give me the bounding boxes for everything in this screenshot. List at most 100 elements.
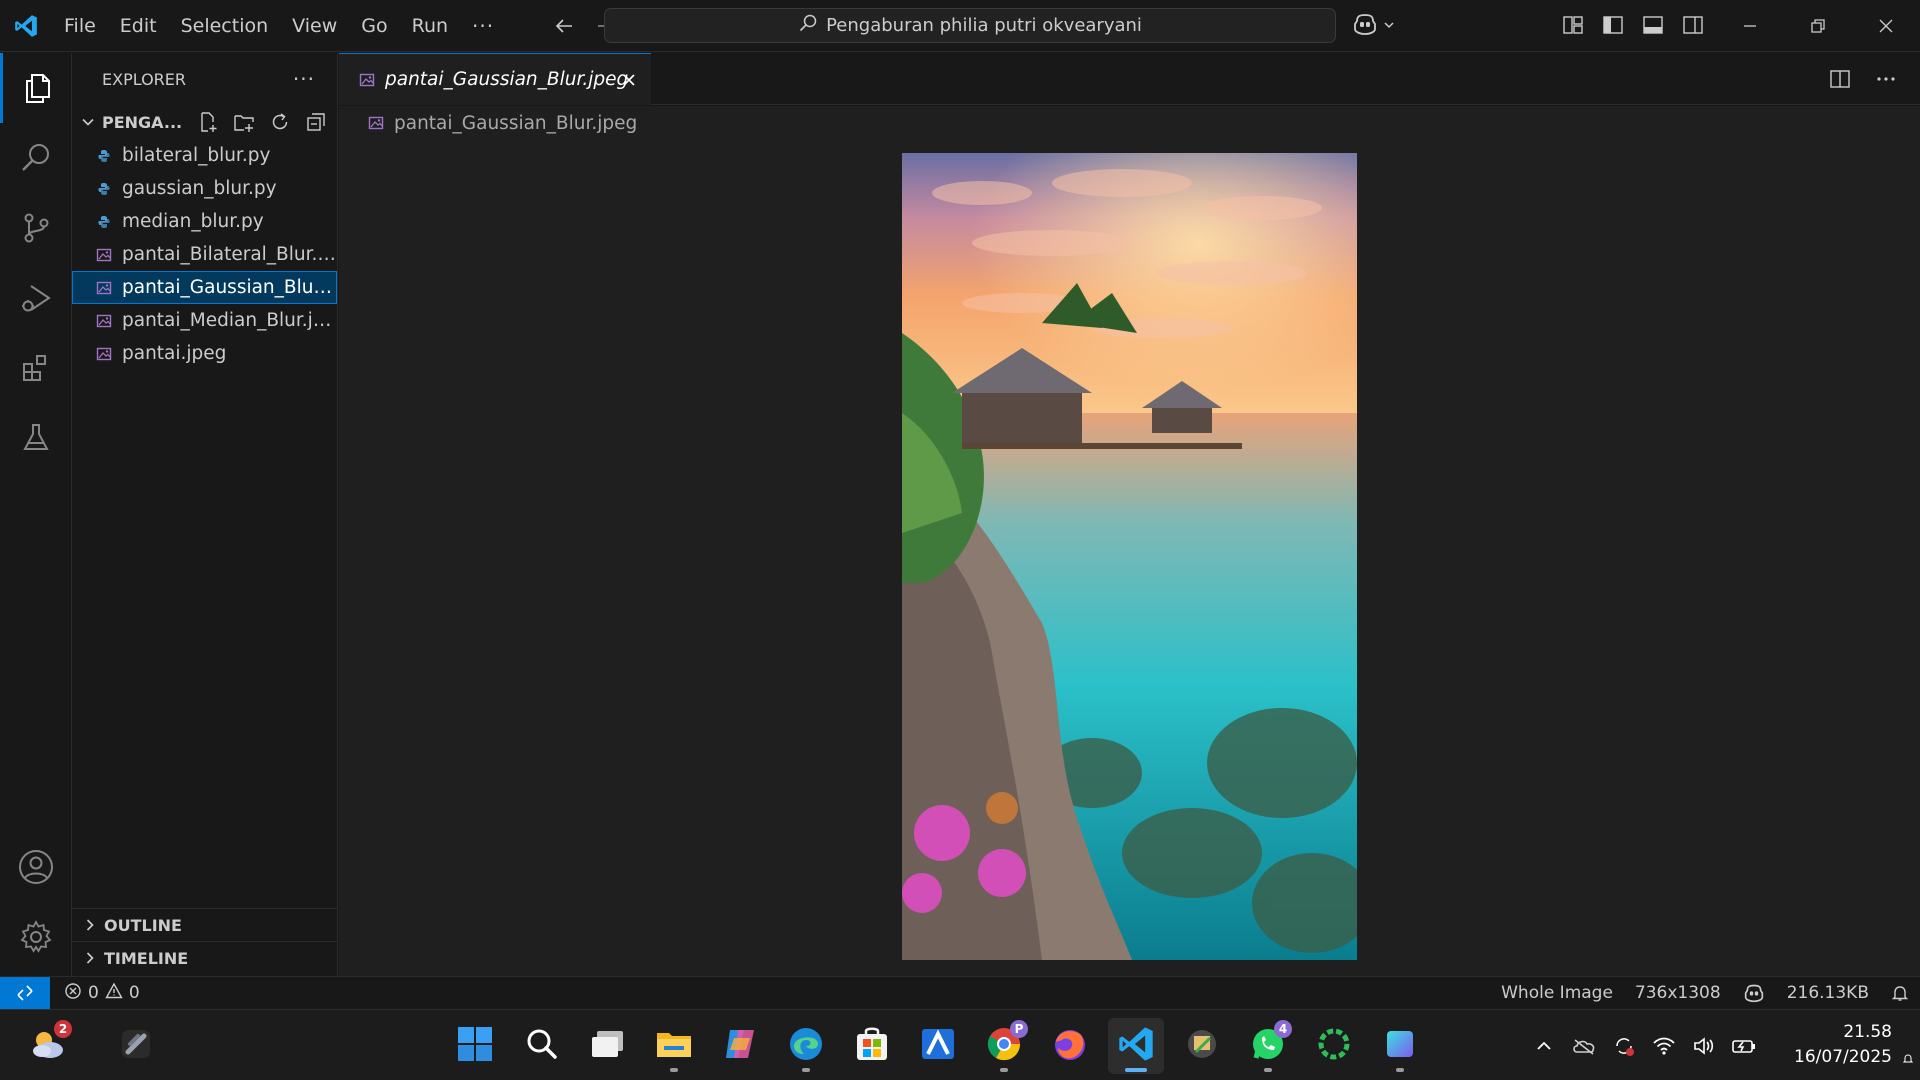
new-folder-icon[interactable] (232, 110, 256, 134)
taskbar-app-gradient[interactable] (1372, 1018, 1428, 1074)
toggle-panel-icon[interactable] (1640, 12, 1666, 38)
vscode-app[interactable] (1108, 1018, 1164, 1074)
chrome-browser-app[interactable]: P (976, 1018, 1032, 1074)
microsoft-store-app[interactable] (844, 1018, 900, 1074)
taskbar-app-blue[interactable] (910, 1018, 966, 1074)
weather-widget[interactable]: 2 (20, 1018, 76, 1074)
refresh-icon[interactable] (268, 110, 292, 134)
editor-more-actions-icon[interactable] (1874, 67, 1898, 91)
whatsapp-badge: 4 (1274, 1020, 1292, 1038)
editor-tab-active[interactable]: pantai_Gaussian_Blur.jpeg (339, 53, 651, 105)
command-center-label: Pengaburan philia putri okvearyani (826, 15, 1142, 36)
chevron-down-icon[interactable] (78, 115, 98, 129)
taskbar-clock[interactable]: 21.58 16/07/2025 (1794, 1020, 1892, 1070)
taskbar-app-sketch[interactable] (108, 1018, 164, 1074)
toggle-secondary-sidebar-icon[interactable] (1680, 12, 1706, 38)
explorer-more-button[interactable]: ··· (293, 67, 315, 91)
file-item-median-blur-py[interactable]: median_blur.py (72, 205, 337, 238)
restore-icon[interactable] (1784, 0, 1852, 52)
outline-section[interactable]: OUTLINE (72, 908, 337, 941)
copilot-icon (720, 1024, 760, 1068)
menu-more-button[interactable]: ··· (460, 9, 506, 43)
new-file-icon[interactable] (196, 110, 220, 134)
file-item-bilateral-blur-py[interactable]: bilateral_blur.py (72, 139, 337, 172)
wifi-icon[interactable] (1644, 1026, 1684, 1066)
image-preview[interactable] (902, 153, 1357, 960)
testing-flask-icon[interactable] (0, 403, 72, 473)
menu-view[interactable]: View (280, 9, 349, 43)
menu-run[interactable]: Run (400, 9, 460, 43)
running-indicator (1264, 1068, 1272, 1072)
file-item-gaussian-blur-py[interactable]: gaussian_blur.py (72, 172, 337, 205)
collapse-all-icon[interactable] (304, 110, 328, 134)
file-name: pantai_Median_Blur.jpeg (122, 310, 337, 331)
activity-bar (0, 53, 72, 976)
error-count: 0 (88, 983, 99, 1003)
app-gradient-icon (1380, 1024, 1420, 1068)
warning-count: 0 (128, 983, 140, 1003)
notifications-icon[interactable] (1902, 1050, 1914, 1063)
menu-file[interactable]: File (52, 9, 108, 43)
workspace-folder-row[interactable]: PENGA... (72, 105, 337, 139)
battery-icon[interactable] (1724, 1026, 1764, 1066)
split-editor-icon[interactable] (1828, 67, 1852, 91)
edge-browser-app[interactable] (778, 1018, 834, 1074)
copilot-app[interactable] (712, 1018, 768, 1074)
back-arrow-icon[interactable] (550, 12, 578, 40)
copilot-menu-button[interactable] (1352, 12, 1396, 40)
image-file-icon (96, 313, 112, 329)
remote-indicator-icon[interactable] (0, 977, 50, 1009)
firefox-browser-app[interactable] (1042, 1018, 1098, 1074)
notifications-bell-icon[interactable] (1880, 984, 1920, 1002)
system-tray (1524, 1010, 1764, 1080)
toggle-primary-sidebar-icon[interactable] (1600, 12, 1626, 38)
timeline-section[interactable]: TIMELINE (72, 941, 337, 974)
file-item-pantai-bilateral-blur[interactable]: pantai_Bilateral_Blur.jpeg (72, 238, 337, 271)
minimize-icon[interactable] (1716, 0, 1784, 52)
app-letter-icon (918, 1024, 958, 1068)
file-explorer-app[interactable] (646, 1018, 702, 1074)
extensions-icon[interactable] (0, 333, 72, 403)
zoom-status[interactable]: Whole Image (1490, 983, 1624, 1003)
start-button[interactable] (447, 1018, 503, 1074)
source-control-icon[interactable] (0, 193, 72, 263)
python-file-icon (96, 214, 112, 230)
file-item-pantai-median-blur[interactable]: pantai_Median_Blur.jpeg (72, 304, 337, 337)
search-activity-icon[interactable] (0, 123, 72, 193)
file-item-pantai-gaussian-blur[interactable]: pantai_Gaussian_Blur.j... (72, 271, 337, 304)
whatsapp-app[interactable]: 4 (1240, 1018, 1296, 1074)
problems-indicator[interactable]: 0 0 (64, 977, 140, 1009)
tab-label: pantai_Gaussian_Blur.jpeg (385, 69, 629, 90)
sync-icon[interactable] (1604, 1026, 1644, 1066)
run-debug-icon[interactable] (0, 263, 72, 333)
image-file-icon (359, 72, 375, 88)
breadcrumb[interactable]: pantai_Gaussian_Blur.jpeg (368, 110, 637, 136)
command-center-search[interactable]: Pengaburan philia putri okvearyani (604, 8, 1336, 43)
file-name: pantai_Gaussian_Blur.j... (122, 277, 337, 298)
accounts-icon[interactable] (0, 832, 72, 902)
menu-selection[interactable]: Selection (169, 9, 281, 43)
menu-edit[interactable]: Edit (108, 9, 169, 43)
volume-icon[interactable] (1684, 1026, 1724, 1066)
task-view-button[interactable] (580, 1018, 636, 1074)
explorer-activity-icon[interactable] (0, 53, 72, 123)
file-item-pantai[interactable]: pantai.jpeg (72, 337, 337, 370)
menu-go[interactable]: Go (349, 9, 399, 43)
close-window-icon[interactable] (1852, 0, 1920, 52)
image-file-icon (368, 115, 384, 131)
windows-logo-icon (456, 1025, 494, 1067)
image-dimensions: 736x1308 (1634, 983, 1721, 1003)
copilot-status-icon[interactable] (1732, 983, 1776, 1003)
customize-layout-icon[interactable] (1560, 12, 1586, 38)
taskbar-app-ring[interactable] (1306, 1018, 1362, 1074)
onedrive-icon[interactable] (1564, 1026, 1604, 1066)
file-size: 216.13KB (1786, 983, 1869, 1003)
vscode-icon (1116, 1024, 1156, 1068)
error-icon (64, 982, 82, 1005)
settings-gear-icon[interactable] (0, 902, 72, 972)
explorer-header: EXPLORER ··· (72, 53, 337, 105)
chevron-up-icon[interactable] (1524, 1026, 1564, 1066)
taskbar-search[interactable] (514, 1018, 570, 1074)
close-tab-icon[interactable] (619, 70, 639, 90)
taskbar-app-folder[interactable] (1174, 1018, 1230, 1074)
